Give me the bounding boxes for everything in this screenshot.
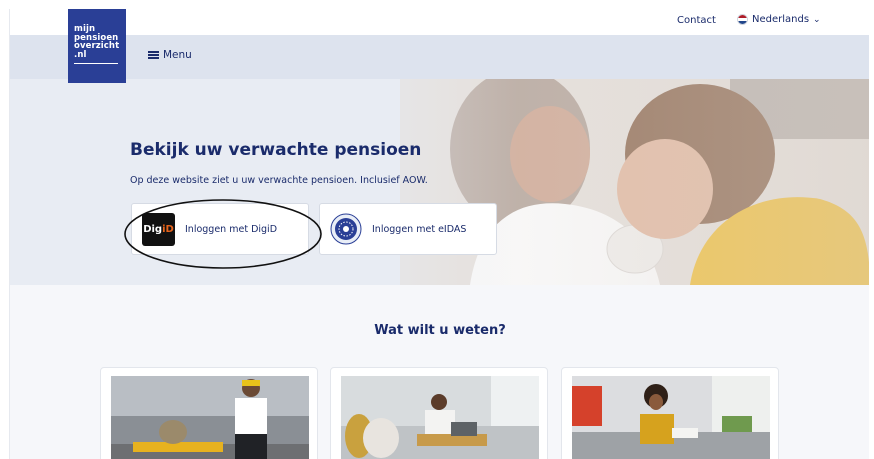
logo-line: .nl bbox=[74, 49, 87, 60]
page: Contact Nederlands ⌄ Menu mijn pensioen … bbox=[9, 9, 869, 459]
topic-card[interactable] bbox=[330, 367, 548, 459]
contact-link[interactable]: Contact bbox=[677, 15, 716, 26]
digid-logo-icon: Dig iD bbox=[142, 212, 175, 246]
login-digid-button[interactable]: Dig iD Inloggen met DigiD bbox=[131, 203, 309, 255]
photo-woman-reading bbox=[572, 376, 770, 459]
login-eidas-label: Inloggen met eIDAS bbox=[372, 223, 467, 235]
hero-subtitle: Op deze website ziet u uw verwachte pens… bbox=[130, 175, 428, 186]
topic-card[interactable] bbox=[100, 367, 318, 459]
topic-card[interactable] bbox=[561, 367, 779, 459]
hamburger-icon bbox=[148, 51, 159, 59]
menu-button[interactable]: Menu bbox=[148, 49, 192, 61]
eidas-logo-icon bbox=[330, 213, 362, 245]
menu-bar: Menu bbox=[10, 35, 869, 79]
photo-man-headphones bbox=[111, 376, 309, 459]
site-logo[interactable]: mijn pensioen overzicht .nl bbox=[68, 9, 126, 83]
dutch-flag-icon bbox=[737, 14, 748, 25]
topics-section: Wat wilt u weten? bbox=[10, 285, 869, 459]
section-title: Wat wilt u weten? bbox=[374, 323, 506, 338]
hero-title: Bekijk uw verwachte pensioen bbox=[130, 140, 422, 160]
login-digid-label: Inloggen met DigiD bbox=[185, 223, 278, 235]
logo-underline bbox=[74, 63, 118, 65]
menu-label: Menu bbox=[163, 49, 192, 61]
language-selector[interactable]: Nederlands ⌄ bbox=[737, 14, 821, 25]
top-bar: Contact Nederlands ⌄ bbox=[10, 9, 869, 35]
photo-woman-laptop bbox=[341, 376, 539, 459]
login-eidas-button[interactable]: Inloggen met eIDAS bbox=[319, 203, 497, 255]
chevron-down-icon: ⌄ bbox=[813, 14, 821, 25]
hero-banner: Bekijk uw verwachte pensioen Op deze web… bbox=[10, 79, 869, 285]
language-label: Nederlands bbox=[752, 14, 810, 25]
